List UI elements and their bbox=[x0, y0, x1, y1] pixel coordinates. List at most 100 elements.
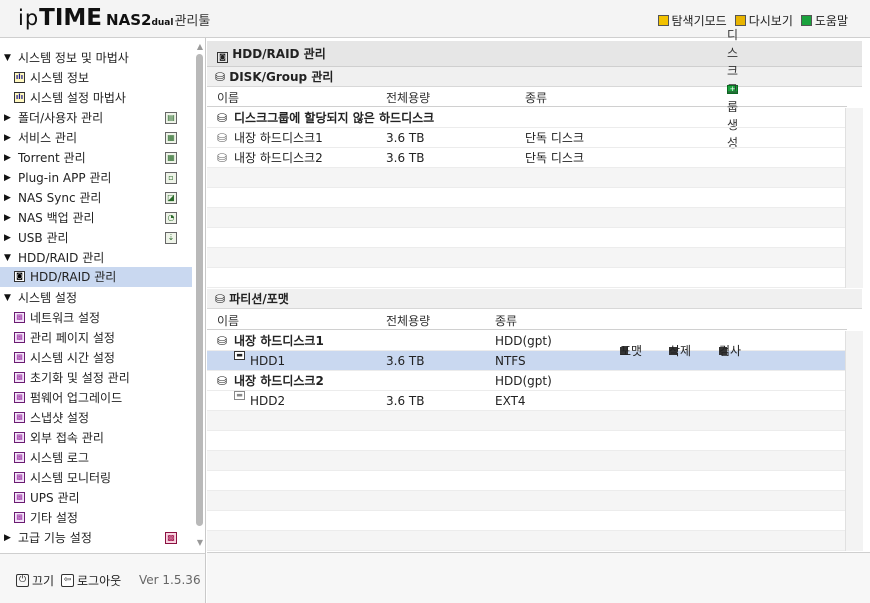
caret-right-icon: ▶ bbox=[4, 533, 11, 543]
disk-group-scrollbar[interactable] bbox=[845, 108, 863, 288]
partition-row-selected[interactable]: ▬ HDD1 3.6 TB NTFS 포맷 삭제 검사 bbox=[207, 344, 845, 371]
chart-icon: ılı bbox=[14, 92, 25, 103]
sidebar-item-label: 초기화 및 설정 관리 bbox=[30, 371, 130, 385]
power-off-label: 끄기 bbox=[32, 574, 55, 588]
partition-column-header: 이름 전체용량 종류 bbox=[207, 312, 847, 330]
table-row[interactable]: ⛁ 내장 하드디스크2 3.6 TB 단독 디스크 bbox=[207, 148, 845, 168]
partition-scrollbar[interactable] bbox=[845, 331, 863, 551]
settings-icon: ▩ bbox=[14, 452, 25, 463]
empty-row bbox=[207, 511, 845, 531]
sidebar-item-label: HDD/RAID 관리 bbox=[30, 270, 117, 284]
unassigned-group-row[interactable]: ⛁ 디스크그룹에 할당되지 않은 하드디스크 bbox=[207, 108, 845, 128]
sidebar-item-usb[interactable]: ▶ USB 관리 ⇣ bbox=[0, 228, 192, 248]
table-row[interactable]: ⛁ 내장 하드디스크1 3.6 TB 단독 디스크 bbox=[207, 128, 845, 148]
sidebar-item-torrent[interactable]: ▶ Torrent 관리 ▦ bbox=[0, 148, 192, 168]
sidebar-item-nas-backup[interactable]: ▶ NAS 백업 관리 ◔ bbox=[0, 208, 192, 228]
unassigned-group-title: 디스크그룹에 할당되지 않은 하드디스크 bbox=[234, 111, 435, 125]
partition-capacity: 3.6 TB bbox=[386, 354, 425, 368]
sidebar-item-hdd-raid[interactable]: ◙ HDD/RAID 관리 bbox=[0, 267, 192, 287]
sidebar-item-label: 펌웨어 업그레이드 bbox=[30, 391, 123, 405]
disk-capacity: 3.6 TB bbox=[386, 151, 425, 165]
explorer-mode-label: 탐색기모드 bbox=[671, 14, 727, 28]
empty-row bbox=[207, 451, 845, 471]
caret-down-icon: ▼ bbox=[4, 53, 11, 63]
refresh-icon bbox=[734, 15, 746, 26]
settings-icon: ▩ bbox=[14, 432, 25, 443]
refresh-link[interactable]: 다시보기 bbox=[734, 12, 793, 29]
disk-type: HDD(gpt) bbox=[495, 334, 552, 348]
sidebar-scrollbar[interactable]: ▲ ▼ bbox=[194, 40, 205, 550]
hard-disk-icon: ⛁ bbox=[217, 374, 228, 388]
caret-right-icon: ▶ bbox=[4, 193, 11, 203]
sidebar-item-label: HDD/RAID 관리 bbox=[18, 251, 105, 265]
sidebar-item-nas-sync[interactable]: ▶ NAS Sync 관리 ◪ bbox=[0, 188, 192, 208]
disk-row[interactable]: ⛁ 내장 하드디스크1 HDD(gpt) bbox=[207, 331, 845, 351]
logout-button[interactable]: ⇦ 로그아웃 bbox=[61, 572, 121, 589]
sidebar-item-system-settings[interactable]: ▼ 시스템 설정 bbox=[0, 288, 192, 308]
disk-type: HDD(gpt) bbox=[495, 374, 552, 388]
sidebar-item-advanced[interactable]: ▶ 고급 기능 설정 ▩ bbox=[0, 528, 192, 548]
partition-name: HDD2 bbox=[250, 394, 286, 408]
empty-row bbox=[207, 208, 845, 228]
sidebar-item-monitoring[interactable]: ▩ 시스템 모니터링 bbox=[0, 468, 192, 488]
sidebar-item-ups[interactable]: ▩ UPS 관리 bbox=[0, 488, 192, 508]
column-type: 종류 bbox=[495, 314, 518, 328]
sidebar-item-service[interactable]: ▶ 서비스 관리 ▦ bbox=[0, 128, 192, 148]
sidebar-item-admin-page[interactable]: ▩ 관리 페이지 설정 bbox=[0, 328, 192, 348]
sidebar-item-external-access[interactable]: ▩ 외부 접속 관리 bbox=[0, 428, 192, 448]
partition-row[interactable]: ▬ HDD2 3.6 TB EXT4 bbox=[207, 391, 845, 411]
sidebar-item-firmware[interactable]: ▩ 펌웨어 업그레이드 bbox=[0, 388, 192, 408]
sidebar-item-setup-wizard[interactable]: ılı 시스템 설정 마법사 bbox=[0, 88, 192, 108]
sidebar-item-label: 시스템 모니터링 bbox=[30, 471, 112, 485]
advanced-icon: ▩ bbox=[165, 532, 177, 544]
sidebar-item-label: USB 관리 bbox=[18, 231, 69, 245]
sidebar-item-label: 기타 설정 bbox=[30, 511, 78, 525]
sidebar-item-label: 네트워크 설정 bbox=[30, 311, 101, 325]
sidebar-item-reset-config[interactable]: ▩ 초기화 및 설정 관리 bbox=[0, 368, 192, 388]
check-label: 검사 bbox=[719, 344, 742, 358]
scrollbar-thumb[interactable] bbox=[196, 54, 203, 526]
logo-time-text: TIME bbox=[39, 5, 103, 31]
settings-icon: ▩ bbox=[14, 412, 25, 423]
explorer-mode-link[interactable]: 탐색기모드 bbox=[657, 12, 727, 29]
logo-sub-text: dual bbox=[151, 18, 174, 28]
sidebar-item-label: NAS 백업 관리 bbox=[18, 211, 95, 225]
sidebar-item-plugin-app[interactable]: ▶ Plug-in APP 관리 ▫ bbox=[0, 168, 192, 188]
empty-row bbox=[207, 228, 845, 248]
partition-icon: ⛁ bbox=[215, 292, 226, 306]
sidebar-item-snapshot[interactable]: ▩ 스냅샷 설정 bbox=[0, 408, 192, 428]
empty-row bbox=[207, 411, 845, 431]
sidebar-item-label: UPS 관리 bbox=[30, 491, 80, 505]
logo-tool-text: 관리툴 bbox=[174, 14, 211, 29]
caret-down-icon: ▼ bbox=[4, 293, 11, 303]
help-link[interactable]: 도움말 bbox=[800, 12, 848, 29]
sidebar-item-label: 스냅샷 설정 bbox=[30, 411, 90, 425]
logout-label: 로그아웃 bbox=[77, 574, 122, 588]
column-name: 이름 bbox=[217, 314, 240, 328]
power-icon: ⏻ bbox=[16, 574, 29, 587]
sidebar-item-label: 시스템 시간 설정 bbox=[30, 351, 115, 365]
scroll-down-arrow-icon[interactable]: ▼ bbox=[195, 538, 205, 548]
sidebar-item-system-log[interactable]: ▩ 시스템 로그 bbox=[0, 448, 192, 468]
sidebar-item-system-info[interactable]: ılı 시스템 정보 bbox=[0, 68, 192, 88]
sidebar-item-folder-user[interactable]: ▶ 폴더/사용자 관리 ▤ bbox=[0, 108, 192, 128]
sidebar-item-label: 시스템 설정 bbox=[18, 291, 78, 305]
partition-filesystem: EXT4 bbox=[495, 394, 526, 408]
hard-disk-icon: ⛁ bbox=[217, 151, 228, 165]
hard-disk-icon: ⛁ bbox=[217, 131, 228, 145]
sidebar-item-hdd-raid-group[interactable]: ▼ HDD/RAID 관리 bbox=[0, 248, 192, 268]
sidebar-item-label: 폴더/사용자 관리 bbox=[18, 111, 104, 125]
version-text: Ver 1.5.36 bbox=[139, 573, 201, 587]
usb-icon: ⇣ bbox=[165, 232, 177, 244]
scroll-up-arrow-icon[interactable]: ▲ bbox=[195, 42, 205, 52]
sidebar-item-system-time[interactable]: ▩ 시스템 시간 설정 bbox=[0, 348, 192, 368]
logo-model-text: NAS2 bbox=[106, 11, 152, 29]
sidebar-item-other[interactable]: ▩ 기타 설정 bbox=[0, 508, 192, 528]
power-off-button[interactable]: ⏻ 끄기 bbox=[16, 572, 54, 589]
sidebar-item-label: NAS Sync 관리 bbox=[18, 191, 102, 205]
column-capacity: 전체용량 bbox=[386, 91, 431, 105]
partition-section-header: ⛁ 파티션/포맷 bbox=[207, 289, 862, 309]
sidebar-item-network[interactable]: ▩ 네트워크 설정 bbox=[0, 308, 192, 328]
disk-row[interactable]: ⛁ 내장 하드디스크2 HDD(gpt) bbox=[207, 371, 845, 391]
sidebar-item-system-info-wizard[interactable]: ▼ 시스템 정보 및 마법사 bbox=[0, 48, 192, 68]
